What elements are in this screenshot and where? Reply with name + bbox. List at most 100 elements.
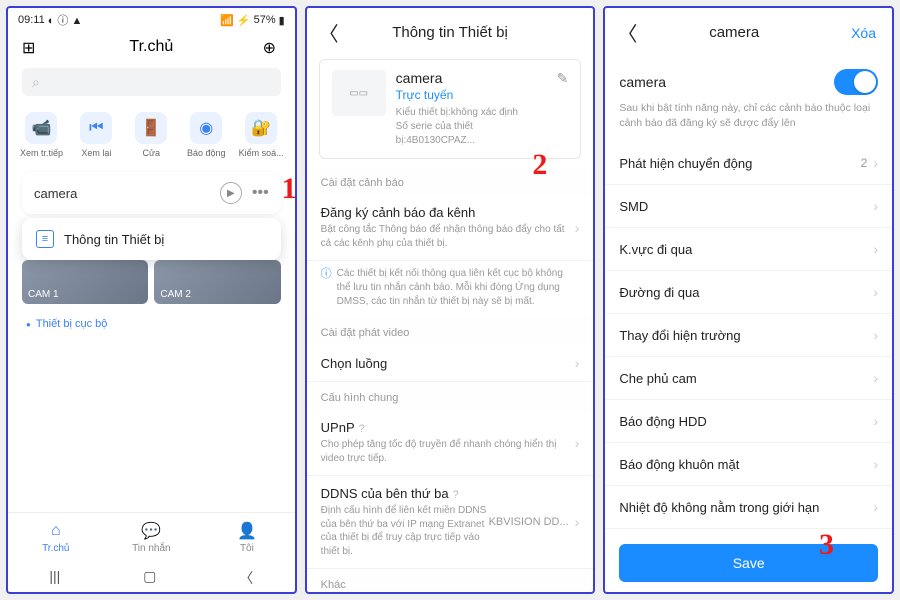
wifi-icon: 📶 ⚡ xyxy=(220,14,250,27)
chevron-right-icon: › xyxy=(575,435,580,451)
shortcut-door[interactable]: 🚪Cửa xyxy=(126,112,176,158)
page-title: Tr.chủ xyxy=(129,38,173,56)
row-temperature[interactable]: Nhiệt độ không nằm trong giới hạn› xyxy=(605,486,892,529)
step-number-2: 2 xyxy=(532,148,547,182)
row-cam-masking[interactable]: Che phủ cam› xyxy=(605,357,892,400)
alarm-icon: ◉ xyxy=(190,112,222,144)
android-navbar: ||| ▢ 〈 xyxy=(8,560,295,592)
row-title: DDNS của bên thứ ba? xyxy=(321,486,489,501)
header: 〈 Thông tin Thiết bị xyxy=(307,8,594,55)
panel-home: 09:11 ◐ ⓘ ▲ 📶 ⚡ 57% ▮ ⊞ Tr.chủ ⊕ ⌕ 📹Xem … xyxy=(6,6,297,594)
cam-thumb-2[interactable]: CAM 2 xyxy=(154,260,280,304)
device-status: Trực tuyến xyxy=(396,88,547,102)
delete-button[interactable]: Xóa xyxy=(851,25,880,41)
device-image: ▭▭ xyxy=(332,70,386,116)
step-number-3: 3 xyxy=(819,528,834,562)
access-icon: 🔐 xyxy=(245,112,277,144)
camera-toggle-row: camera xyxy=(605,55,892,101)
shortcut-access[interactable]: 🔐 Kiểm soá... xyxy=(236,112,286,158)
row-title: Phát hiện chuyển động xyxy=(619,156,860,171)
row-title: Che phủ cam xyxy=(619,371,873,386)
nav-back-icon[interactable]: 〈 xyxy=(239,568,253,588)
help-icon[interactable]: ? xyxy=(359,423,365,435)
shortcut-alarm[interactable]: ◉Báo động xyxy=(181,112,231,158)
recent-apps-icon[interactable]: ||| xyxy=(49,568,60,588)
device-name: camera xyxy=(34,186,77,201)
more-icon[interactable]: ••• xyxy=(252,184,269,202)
row-ddns[interactable]: DDNS của bên thứ ba? Định cấu hình để li… xyxy=(307,476,594,569)
row-motion-detection[interactable]: Phát hiện chuyển động2› xyxy=(605,142,892,185)
row-title: Thay đổi hiện trường xyxy=(619,328,873,343)
toggle-note: Sau khi bật tính năng này, chỉ các cảnh … xyxy=(605,101,892,142)
shortcut-label: Xem lại xyxy=(71,148,121,158)
info-doc-icon: ≡ xyxy=(36,230,54,248)
row-other-alarm[interactable]: Cảnh báo khác› xyxy=(605,529,892,536)
tab-label: Tin nhắn xyxy=(132,543,171,554)
row-hdd-alarm[interactable]: Báo động HDD› xyxy=(605,400,892,443)
device-card: camera ▶ ••• xyxy=(22,172,281,214)
row-subtitle: Bật công tắc Thông báo để nhận thông báo… xyxy=(321,223,575,250)
panel-alarm-subscription: 〈 camera Xóa camera Sau khi bật tính năn… xyxy=(603,6,894,594)
row-tripwire[interactable]: Đường đi qua› xyxy=(605,271,892,314)
shortcut-playback[interactable]: ⏮ Xem lại xyxy=(71,112,121,158)
live-icon: 📹 xyxy=(25,112,57,144)
device-summary: ▭▭ camera Trực tuyến Kiểu thiết bị:không… xyxy=(319,59,582,159)
shortcut-label: Xem tr.tiếp xyxy=(16,148,66,158)
device-meta: Kiểu thiết bị:không xác địnhSố serie của… xyxy=(396,106,547,148)
camera-enable-toggle[interactable] xyxy=(834,69,878,95)
row-smd[interactable]: SMD› xyxy=(605,185,892,228)
chevron-right-icon: › xyxy=(873,284,878,300)
toggle-label: camera xyxy=(619,74,666,90)
shortcut-label: Cửa xyxy=(126,148,176,158)
tab-messages[interactable]: 💬 Tin nhắn xyxy=(104,513,200,560)
row-title: Báo động khuôn mặt xyxy=(619,457,873,472)
row-title: K.vực đi qua xyxy=(619,242,873,257)
row-stream[interactable]: Chọn luồng › xyxy=(307,345,594,382)
tab-me[interactable]: 👤Tôi xyxy=(199,513,295,560)
section-general-config: Cấu hình chung xyxy=(307,382,594,410)
status-battery: 57% xyxy=(254,14,276,26)
section-alarm-settings: Cài đặt cảnh báo xyxy=(307,167,594,195)
step-number-1: 1 xyxy=(282,172,297,206)
row-face-alarm[interactable]: Báo động khuôn mặt› xyxy=(605,443,892,486)
shortcut-live[interactable]: 📹 Xem tr.tiếp xyxy=(16,112,66,158)
play-icon[interactable]: ▶ xyxy=(220,182,242,204)
playback-icon: ⏮ xyxy=(80,112,112,144)
chevron-right-icon: › xyxy=(873,456,878,472)
tab-label: Tr.chủ xyxy=(42,543,69,554)
row-intrusion[interactable]: K.vực đi qua› xyxy=(605,228,892,271)
row-value: 2 xyxy=(861,156,868,170)
help-icon[interactable]: ? xyxy=(453,489,459,501)
search-input[interactable]: ⌕ xyxy=(22,68,281,96)
row-title: Đăng ký cảnh báo đa kênh xyxy=(321,205,575,220)
nav-home-icon[interactable]: ▢ xyxy=(143,568,156,588)
row-title: Nhiệt độ không nằm trong giới hạn xyxy=(619,500,873,515)
row-title: UPnP? xyxy=(321,420,575,435)
tab-home[interactable]: ⌂ Tr.chủ xyxy=(8,513,104,560)
home-icon: ⌂ xyxy=(45,521,67,541)
section-other: Khác xyxy=(307,569,594,592)
grid-icon[interactable]: ⊞ xyxy=(22,38,40,56)
edit-icon[interactable]: ✎ xyxy=(557,70,569,148)
shortcut-label: Kiểm soá... xyxy=(236,148,286,158)
chevron-right-icon: › xyxy=(873,198,878,214)
chevron-right-icon: › xyxy=(575,355,580,371)
chevron-right-icon: › xyxy=(873,241,878,257)
user-icon: 👤 xyxy=(236,521,258,541)
row-value: KBVISION DD... xyxy=(489,516,569,528)
row-upnp[interactable]: UPnP? Cho phép tăng tốc độ truyền để nha… xyxy=(307,410,594,476)
device-info-popover[interactable]: ≡ Thông tin Thiết bị xyxy=(22,218,281,260)
row-subtitle: Định cấu hình để liên kết miền DDNS của … xyxy=(321,504,489,558)
message-icon: 💬 xyxy=(140,521,162,541)
device-name: camera xyxy=(396,70,547,86)
row-title: Chọn luồng xyxy=(321,356,575,371)
row-multi-channel-alarm[interactable]: Đăng ký cảnh báo đa kênh Bật công tắc Th… xyxy=(307,195,594,261)
chevron-right-icon: › xyxy=(873,370,878,386)
save-button[interactable]: Save xyxy=(619,544,878,582)
cam-thumb-1[interactable]: CAM 1 xyxy=(22,260,148,304)
row-scene-change[interactable]: Thay đổi hiện trường› xyxy=(605,314,892,357)
section-video-settings: Cài đặt phát video xyxy=(307,317,594,345)
chevron-right-icon: › xyxy=(873,499,878,515)
add-icon[interactable]: ⊕ xyxy=(263,38,281,56)
page-title: camera xyxy=(617,24,851,41)
